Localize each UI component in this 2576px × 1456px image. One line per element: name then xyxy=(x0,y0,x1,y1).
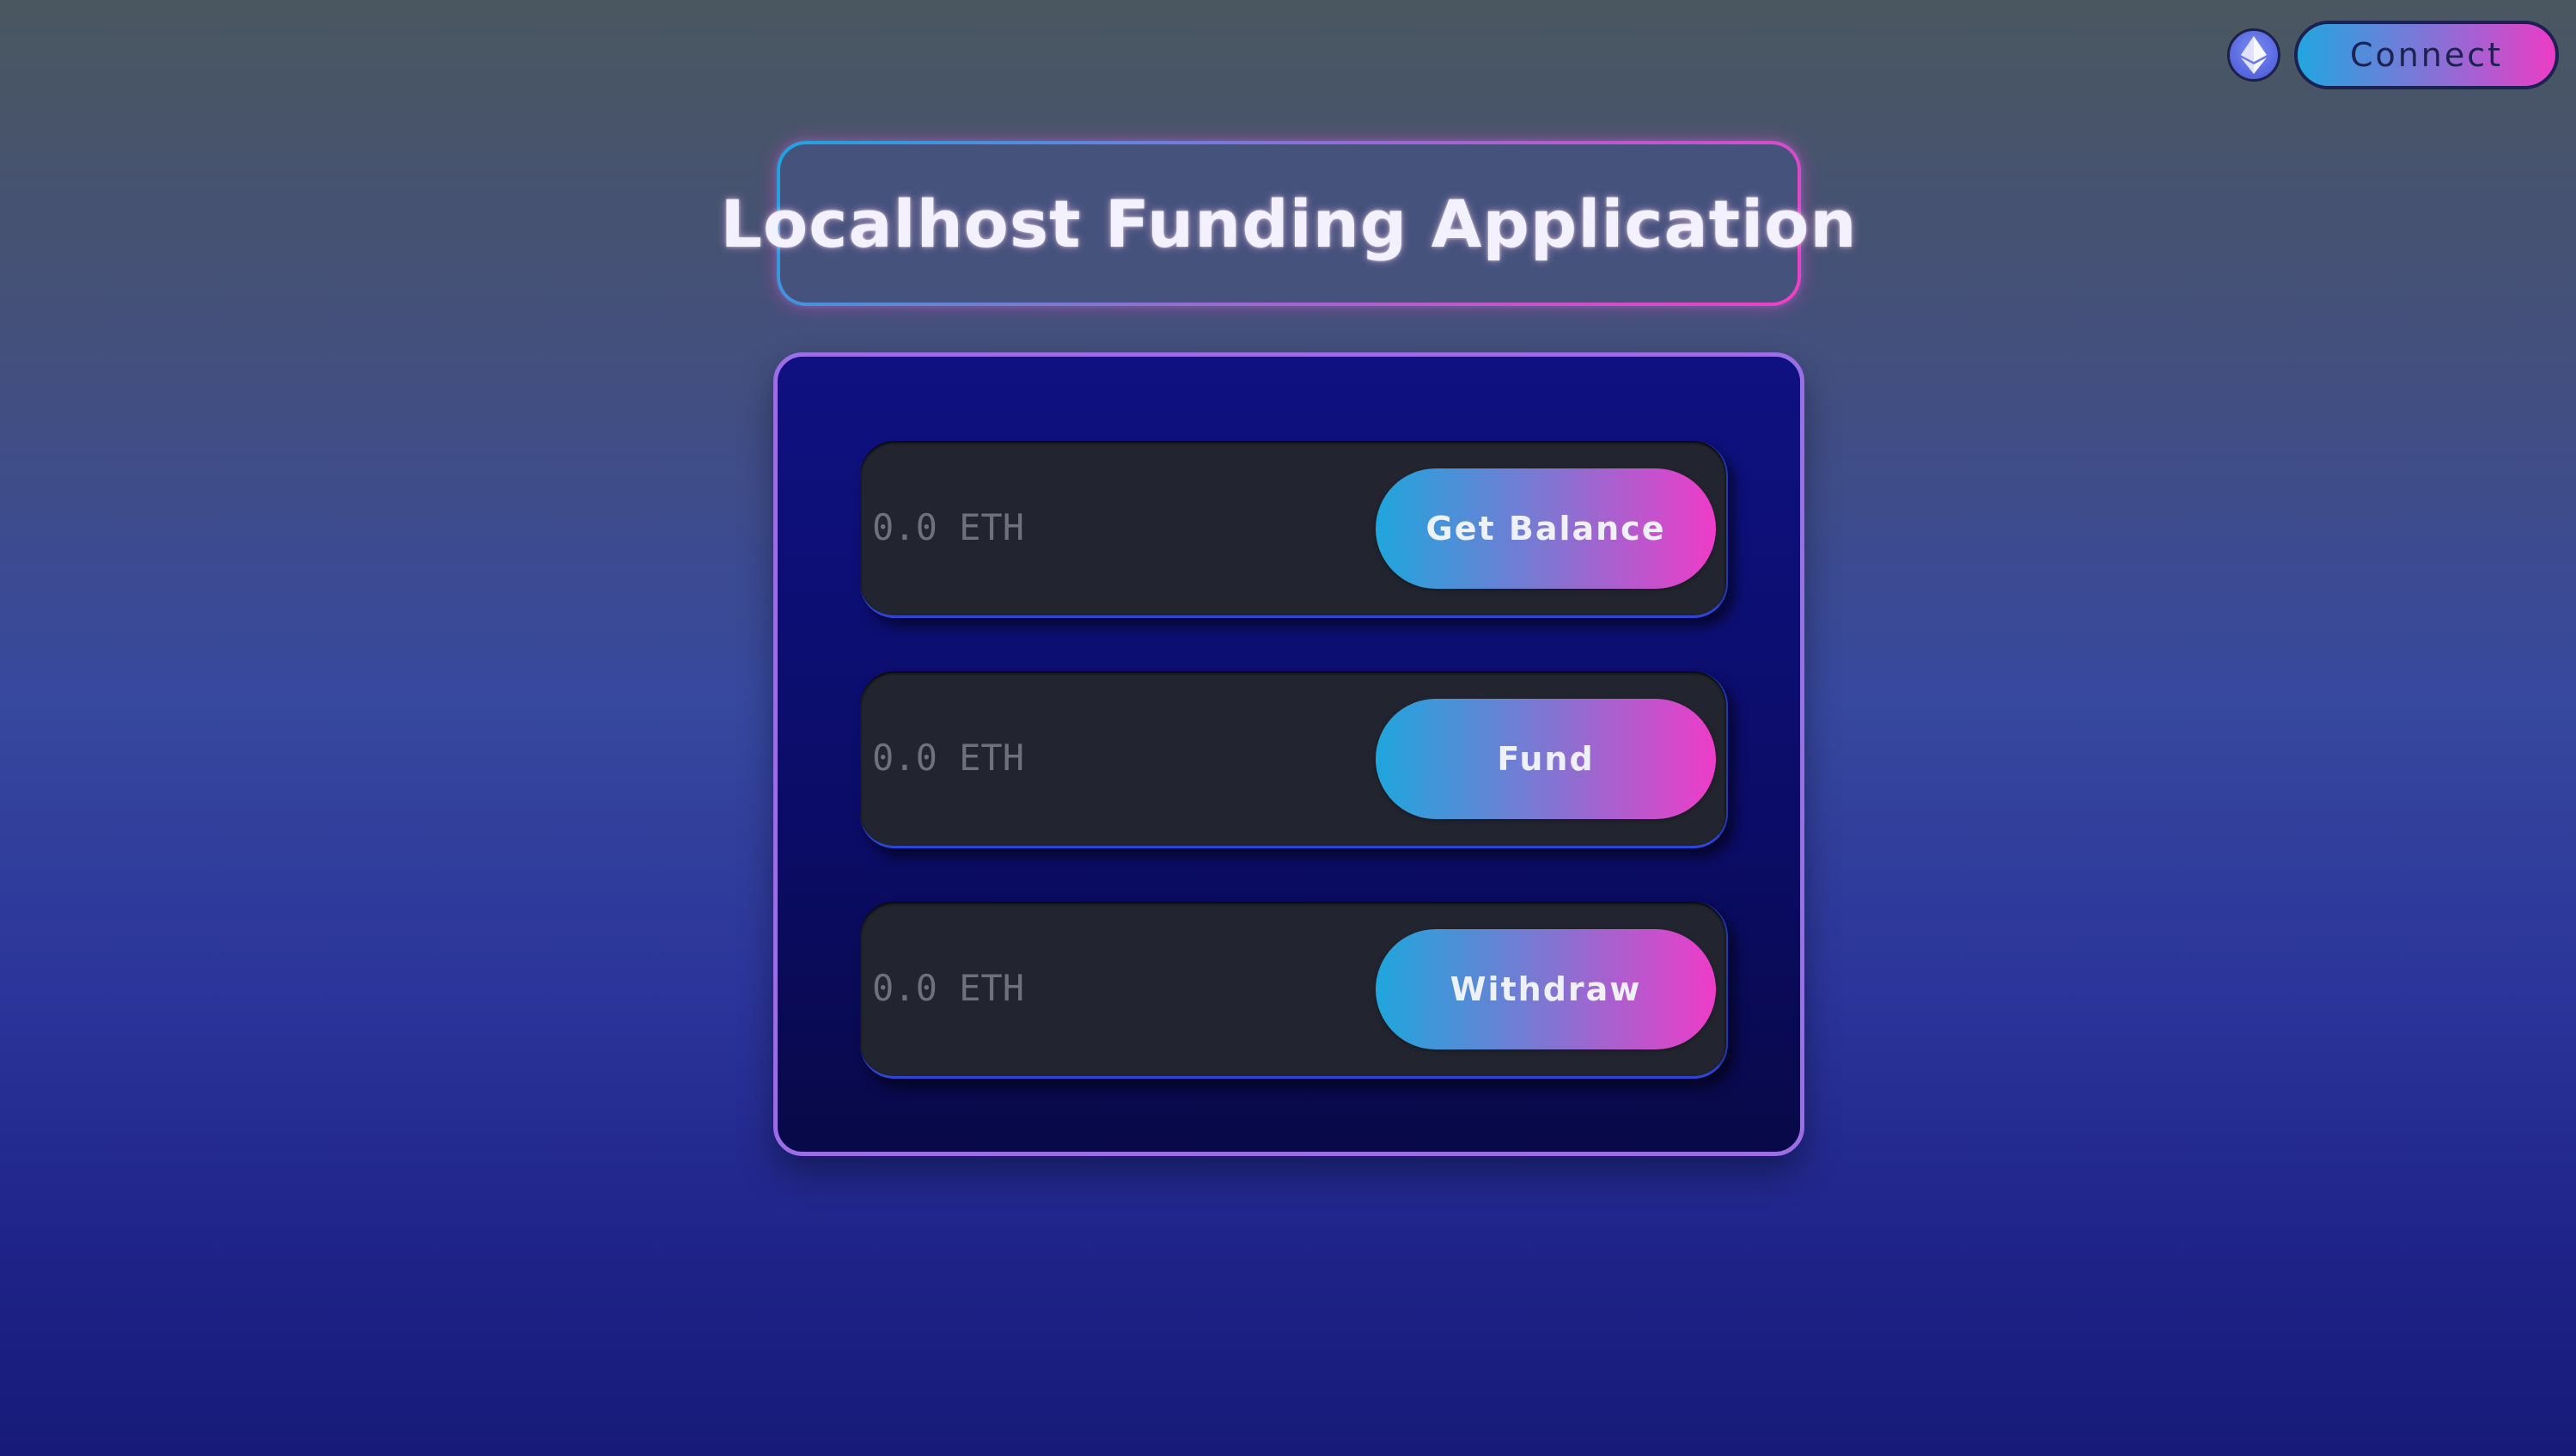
get-balance-button[interactable]: Get Balance xyxy=(1376,468,1716,589)
title-card: Localhost Funding Application xyxy=(721,141,1856,306)
balance-amount-input[interactable] xyxy=(872,492,1353,561)
ethereum-icon xyxy=(2241,36,2267,74)
fund-amount-input[interactable] xyxy=(872,723,1353,792)
funding-panel: Get Balance Fund Withdraw xyxy=(773,352,1804,1156)
withdraw-row: Withdraw xyxy=(860,902,1728,1079)
page-title: Localhost Funding Application xyxy=(720,185,1858,262)
withdraw-amount-input[interactable] xyxy=(872,953,1353,1022)
fund-row: Fund xyxy=(860,671,1728,848)
withdraw-button[interactable]: Withdraw xyxy=(1376,929,1716,1049)
fund-button[interactable]: Fund xyxy=(1376,699,1716,819)
ethereum-network-badge[interactable] xyxy=(2227,28,2280,82)
connect-button[interactable]: Connect xyxy=(2294,21,2559,89)
balance-row: Get Balance xyxy=(860,441,1728,618)
